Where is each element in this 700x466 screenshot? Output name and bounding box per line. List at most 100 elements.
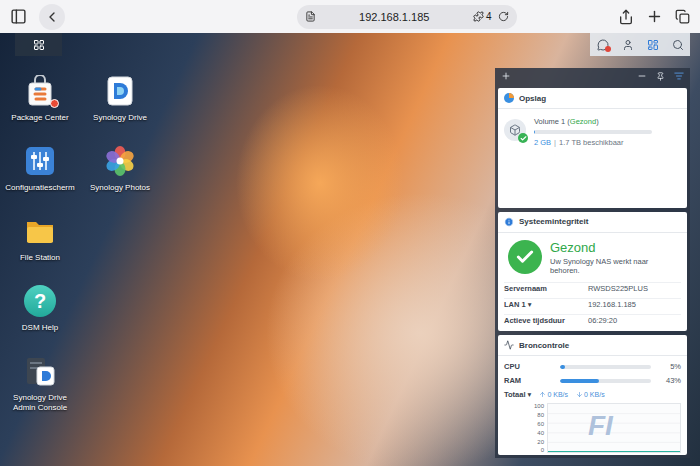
- main-menu-button[interactable]: [15, 33, 62, 56]
- widgets-icon[interactable]: [647, 39, 659, 51]
- info-label: LAN 1 ▾: [504, 300, 588, 309]
- upload-series: [548, 451, 680, 452]
- options-icon[interactable]: [674, 71, 684, 81]
- drive-admin-console-icon: [24, 355, 56, 387]
- sidebar-toggle-icon[interactable]: [10, 8, 27, 25]
- widget-title: Broncontrole: [519, 341, 569, 350]
- storage-pie-icon: [504, 93, 514, 103]
- file-station-icon: [24, 215, 56, 247]
- widget-title-row: Opslag: [498, 88, 687, 109]
- info-row: ServernaamRWSDS225PLUS: [504, 282, 681, 295]
- page-icon: [305, 11, 316, 22]
- address-bar[interactable]: 192.168.1.1854: [297, 5, 517, 29]
- network-row: Totaal ▾ 0 KB/s 0 KB/s: [504, 389, 681, 400]
- info-label: Servernaam: [504, 284, 588, 293]
- taskbar: [0, 33, 700, 56]
- desktop-icon[interactable]: Synology Drive: [80, 74, 160, 144]
- synology-photos-icon-box: [103, 144, 137, 178]
- dsm-help-icon-box: ?: [23, 284, 57, 318]
- messages-button[interactable]: [597, 39, 609, 51]
- download-rate: 0 KB/s: [576, 391, 605, 398]
- volume-icon-box: [504, 119, 526, 141]
- extension-count[interactable]: 4: [473, 11, 492, 22]
- back-icon: [44, 9, 60, 25]
- desktop-icon[interactable]: Synology Drive Admin Console: [0, 354, 80, 424]
- volume-usage-bar: [534, 130, 652, 134]
- search-icon[interactable]: [672, 39, 684, 51]
- widget-title: Systeemintegriteit: [519, 217, 588, 226]
- info-icon: [504, 217, 514, 227]
- info-row: LAN 1 ▾192.168.1.185: [504, 298, 681, 311]
- info-value: RWSDS225PLUS: [588, 284, 681, 293]
- info-label: Actieve tijdsduur: [504, 316, 588, 325]
- control-panel-icon: [24, 145, 56, 177]
- desktop-icon[interactable]: Package Center: [0, 74, 80, 144]
- file-station-icon-box: [23, 214, 57, 248]
- desktop-icon-label: Package Center: [11, 113, 68, 123]
- desktop-icon-label: DSM Help: [22, 323, 58, 333]
- reload-icon[interactable]: [498, 11, 509, 22]
- user-icon[interactable]: [622, 39, 634, 51]
- widget-title-row: Systeemintegriteit: [498, 212, 687, 233]
- status-check: [508, 240, 542, 274]
- tabs-icon[interactable]: [675, 9, 690, 24]
- health-status: GezondUw Synology NAS werkt naar behoren…: [504, 238, 681, 279]
- chart-plot: FI: [547, 403, 681, 453]
- synology-drive-icon-box: [103, 74, 137, 108]
- desktop-icon-label: Synology Photos: [90, 183, 150, 193]
- synology-drive-admin-console-icon-box: [23, 354, 57, 388]
- browser-toolbar: 192.168.1.1854: [0, 0, 700, 33]
- meter-row: RAM43%: [504, 375, 681, 386]
- share-icon[interactable]: [618, 9, 634, 25]
- volume-name: Volume 1 (Gezond): [534, 117, 681, 126]
- axis-tick: 80: [537, 412, 544, 418]
- new-tab-icon[interactable]: [646, 8, 663, 25]
- check-icon: [515, 247, 535, 267]
- synology-photos-icon: [104, 145, 136, 177]
- upload-icon: [539, 391, 546, 398]
- upload-rate: 0 KB/s: [539, 391, 568, 398]
- alert-dot: [605, 46, 611, 52]
- desktop-icon[interactable]: Configuratiescherm: [0, 144, 80, 214]
- screen: 192.168.1.1854 Package Center Configuratie…: [0, 0, 700, 466]
- network-label[interactable]: Totaal ▾: [504, 390, 531, 399]
- desktop-icon[interactable]: Synology Photos: [80, 144, 160, 214]
- desktop-icon[interactable]: ? DSM Help: [0, 284, 80, 354]
- network-chart: 100806040200FI: [504, 403, 681, 453]
- axis-tick: 60: [537, 421, 544, 427]
- axis-tick: 0: [541, 447, 544, 453]
- package-center-icon-box: [23, 74, 57, 108]
- volume-usage: 2 GB|1.7 TB beschikbaar: [534, 138, 681, 147]
- chart-axis: 100806040200: [530, 403, 544, 453]
- desktop: Package Center Configuratiescherm File Sta…: [0, 33, 700, 466]
- widget-panel-header: [498, 68, 687, 84]
- status-message: Uw Synology NAS werkt naar behoren.: [550, 257, 677, 275]
- desktop-icon[interactable]: File Station: [0, 214, 80, 284]
- widget-title: Opslag: [519, 94, 546, 103]
- desktop-icon-label: Synology Drive Admin Console: [3, 393, 77, 413]
- download-icon: [576, 391, 583, 398]
- desktop-icon-label: File Station: [20, 253, 60, 263]
- meter-reading: 43%: [655, 376, 681, 385]
- check-icon: [520, 135, 527, 142]
- pin-icon[interactable]: [656, 72, 665, 81]
- info-value: 06:29:20: [588, 316, 681, 325]
- back-button[interactable]: [39, 4, 65, 30]
- storage-widget: Opslag Volume 1 (Gezond) 2 GB|1.7 TB besch…: [498, 88, 687, 208]
- widget-panel: Opslag Volume 1 (Gezond) 2 GB|1.7 TB besch…: [495, 68, 690, 458]
- info-row: Actieve tijdsduur06:29:20: [504, 314, 681, 327]
- meter-row: CPU5%: [504, 361, 681, 372]
- add-widget-icon[interactable]: [501, 71, 511, 81]
- monitor-icon: [504, 340, 514, 350]
- meter-bar: [560, 379, 651, 383]
- notification-badge: [50, 99, 59, 108]
- watermark: FI: [588, 410, 613, 442]
- meter-bar: [560, 365, 651, 369]
- desktop-icon-label: Synology Drive: [93, 113, 147, 123]
- synology-drive-icon: [104, 75, 136, 107]
- configuratiescherm-icon-box: [23, 144, 57, 178]
- volume-row: Volume 1 (Gezond) 2 GB|1.7 TB beschikbaar: [504, 114, 681, 147]
- chart-lines-icon: [548, 404, 680, 452]
- minimize-icon[interactable]: [637, 71, 647, 81]
- widget-title-row: Broncontrole: [498, 335, 687, 356]
